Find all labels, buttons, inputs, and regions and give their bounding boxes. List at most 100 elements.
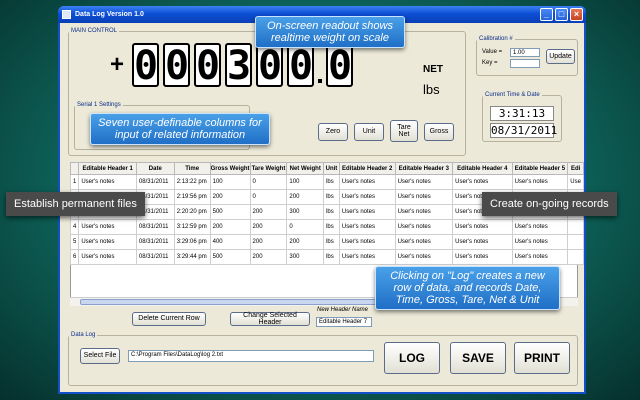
table-cell[interactable]: 500 xyxy=(209,204,251,220)
calibration-key-input[interactable] xyxy=(510,59,540,68)
column-header[interactable]: Editable Header 5 xyxy=(511,162,569,175)
column-header[interactable]: Editable Header 4 xyxy=(452,162,513,175)
table-cell[interactable]: User's notes xyxy=(394,234,454,250)
table-row[interactable]: 6 User's notes 08/31/2011 3:29:44 pm 500 200 3… xyxy=(69,249,584,265)
table-cell[interactable]: User's notes xyxy=(78,234,137,250)
table-cell[interactable]: 3:29:06 pm xyxy=(173,234,211,250)
table-cell[interactable]: 200 xyxy=(249,249,288,265)
table-cell[interactable]: 2:13:22 pm xyxy=(173,174,211,190)
table-cell[interactable]: User's notes xyxy=(511,249,569,265)
table-cell[interactable]: 2:19:56 pm xyxy=(173,189,211,205)
table-cell[interactable]: 08/31/2011 xyxy=(135,174,175,190)
table-cell[interactable]: 0 xyxy=(249,189,288,205)
table-cell[interactable]: User's notes xyxy=(394,219,454,235)
table-cell[interactable]: 200 xyxy=(249,219,288,235)
table-cell[interactable]: User's notes xyxy=(452,174,513,190)
column-header[interactable] xyxy=(69,162,80,175)
update-button[interactable]: Update xyxy=(546,49,575,64)
table-row[interactable]: 1 User's notes 08/31/2011 2:13:22 pm 100 0 100… xyxy=(69,174,584,190)
table-cell[interactable]: 08/31/2011 xyxy=(135,219,175,235)
table-cell[interactable]: lbs xyxy=(323,234,340,250)
table-cell[interactable]: 08/31/2011 xyxy=(135,234,175,250)
table-cell[interactable]: User's notes xyxy=(78,249,137,265)
column-header[interactable]: Editable Header 1 xyxy=(78,162,137,175)
table-cell[interactable]: User's notes xyxy=(338,189,396,205)
table-cell[interactable]: 1 xyxy=(69,174,80,190)
table-cell[interactable]: 100 xyxy=(209,174,251,190)
zero-button[interactable]: Zero xyxy=(318,123,348,141)
column-header[interactable]: Tare Weight xyxy=(249,162,288,175)
table-cell[interactable] xyxy=(567,249,584,265)
maximize-icon[interactable]: □ xyxy=(555,8,568,21)
change-selected-header-button[interactable]: Change Selected Header xyxy=(230,312,310,326)
table-cell[interactable]: User's notes xyxy=(511,174,569,190)
table-cell[interactable]: 6 xyxy=(69,249,80,265)
save-button[interactable]: SAVE xyxy=(450,342,506,374)
table-cell[interactable]: 100 xyxy=(286,174,325,190)
minimize-icon[interactable]: _ xyxy=(540,8,553,21)
calibration-value-input[interactable]: 1.00 xyxy=(510,48,540,57)
table-cell[interactable]: User's notes xyxy=(338,234,396,250)
column-header[interactable]: Gross Weight xyxy=(209,162,251,175)
table-cell[interactable]: User's notes xyxy=(452,234,513,250)
column-header[interactable]: Editable Header 3 xyxy=(394,162,454,175)
table-cell[interactable]: 3:29:44 pm xyxy=(173,249,211,265)
table-cell[interactable]: lbs xyxy=(323,189,340,205)
table-cell[interactable]: User's notes xyxy=(338,204,396,220)
table-cell[interactable]: User's notes xyxy=(338,219,396,235)
column-header[interactable]: Unit xyxy=(323,162,340,175)
table-cell[interactable]: User's notes xyxy=(394,174,454,190)
table-cell[interactable]: User's notes xyxy=(78,219,137,235)
table-cell[interactable]: lbs xyxy=(323,204,340,220)
table-cell[interactable]: lbs xyxy=(323,219,340,235)
table-cell[interactable]: User's notes xyxy=(394,249,454,265)
column-header[interactable]: Date xyxy=(135,162,175,175)
table-cell[interactable]: 2:20:20 pm xyxy=(173,204,211,220)
table-cell[interactable]: 200 xyxy=(286,234,325,250)
tare-net-button[interactable]: Tare Net xyxy=(390,120,418,142)
table-cell[interactable]: User's notes xyxy=(394,189,454,205)
table-cell[interactable]: User's notes xyxy=(338,249,396,265)
table-cell[interactable]: lbs xyxy=(323,174,340,190)
table-cell[interactable]: 300 xyxy=(286,204,325,220)
table-cell[interactable]: 500 xyxy=(209,249,251,265)
table-cell[interactable]: User's notes xyxy=(452,219,513,235)
table-cell[interactable] xyxy=(567,219,584,235)
log-button[interactable]: LOG xyxy=(384,342,440,374)
table-cell[interactable] xyxy=(567,234,584,250)
table-row[interactable]: 4 User's notes 08/31/2011 3:12:59 pm 200 200 0… xyxy=(69,219,584,235)
column-header[interactable]: Edi xyxy=(567,162,584,175)
table-cell[interactable]: 200 xyxy=(209,189,251,205)
table-cell[interactable]: User's notes xyxy=(394,204,454,220)
table-cell[interactable]: User's notes xyxy=(452,249,513,265)
table-cell[interactable]: 0 xyxy=(249,174,288,190)
table-cell[interactable]: User's notes xyxy=(338,174,396,190)
table-cell[interactable]: 0 xyxy=(286,219,325,235)
column-header[interactable]: Time xyxy=(173,162,211,175)
file-path-field[interactable]: C:\Program Files\DataLog\log 2.txt xyxy=(128,350,374,362)
table-cell[interactable]: 5 xyxy=(69,234,80,250)
table-cell[interactable]: 400 xyxy=(209,234,251,250)
table-cell[interactable]: User's notes xyxy=(511,234,569,250)
table-cell[interactable]: 08/31/2011 xyxy=(135,249,175,265)
table-row[interactable]: 5 User's notes 08/31/2011 3:29:06 pm 400 200 2… xyxy=(69,234,584,250)
column-header[interactable]: Editable Header 2 xyxy=(338,162,396,175)
table-cell[interactable]: lbs xyxy=(323,249,340,265)
gross-button[interactable]: Gross xyxy=(424,123,454,141)
unit-button[interactable]: Unit xyxy=(354,123,384,141)
table-cell[interactable]: 200 xyxy=(209,219,251,235)
print-button[interactable]: PRINT xyxy=(514,342,570,374)
table-cell[interactable]: 200 xyxy=(249,234,288,250)
table-cell[interactable]: 300 xyxy=(286,249,325,265)
new-header-input[interactable]: Editable Header 7 xyxy=(316,317,372,327)
table-cell[interactable]: User's notes xyxy=(78,174,137,190)
select-file-button[interactable]: Select File xyxy=(80,348,120,364)
delete-current-row-button[interactable]: Delete Current Row xyxy=(132,312,206,326)
table-cell[interactable]: 200 xyxy=(249,204,288,220)
column-header[interactable]: Net Weight xyxy=(286,162,325,175)
table-cell[interactable]: Use xyxy=(567,174,584,190)
table-cell[interactable]: 200 xyxy=(286,189,325,205)
table-cell[interactable]: User's notes xyxy=(511,219,569,235)
table-cell[interactable]: 3:12:59 pm xyxy=(173,219,211,235)
table-cell[interactable]: 4 xyxy=(69,219,80,235)
